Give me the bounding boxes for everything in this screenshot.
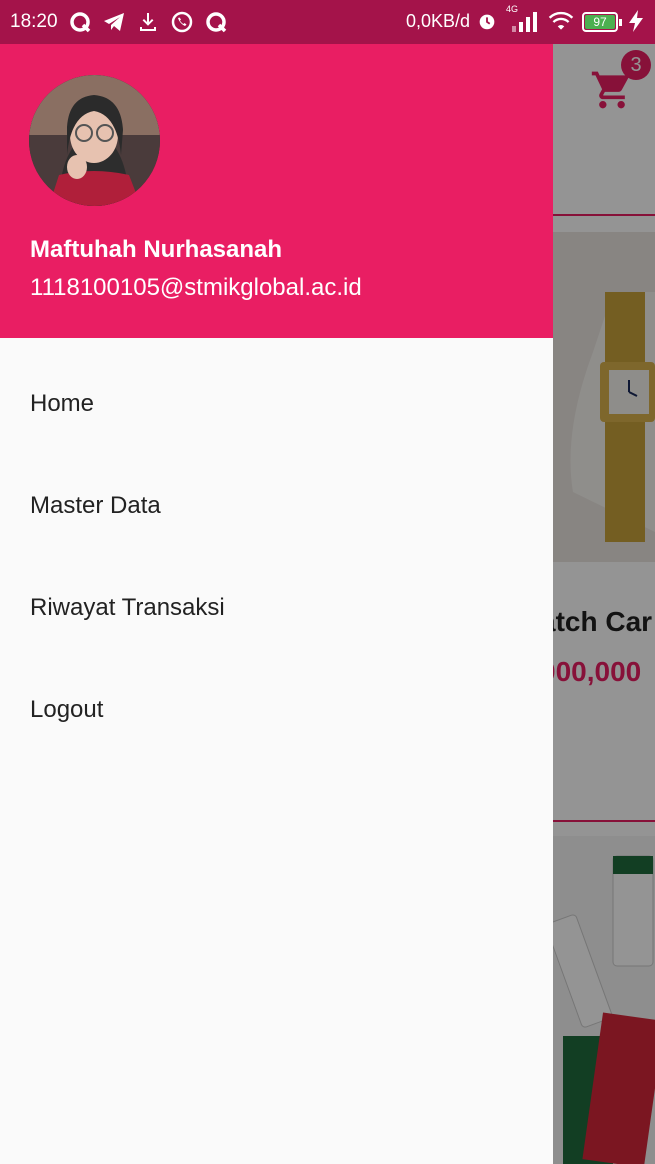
q-app-icon [70, 12, 91, 33]
whatsapp-icon [171, 11, 193, 33]
navigation-drawer: Maftuhah Nurhasanah 1118100105@stmikglob… [0, 44, 553, 1164]
alarm-icon [479, 14, 495, 30]
menu-item-riwayat-transaksi[interactable]: Riwayat Transaksi [0, 542, 553, 644]
wifi-icon [548, 11, 574, 30]
menu-item-label: Riwayat Transaksi [30, 594, 225, 621]
status-time: 18:20 [10, 11, 58, 32]
signal-icon: 4G [506, 4, 540, 34]
avatar[interactable] [29, 75, 160, 206]
status-bar: 18:20 0,0KB/d 4G 97 [0, 0, 655, 44]
menu-item-logout[interactable]: Logout [0, 644, 553, 746]
user-name: Maftuhah Nurhasanah [30, 236, 283, 263]
drawer-header: Maftuhah Nurhasanah 1118100105@stmikglob… [0, 44, 553, 338]
battery-icon: 97 [582, 12, 622, 32]
system-icons: 4G 97 [476, 4, 646, 34]
q-app-icon [206, 12, 227, 33]
notification-icons [68, 10, 228, 34]
telegram-icon [104, 13, 124, 31]
menu-item-label: Master Data [30, 492, 161, 519]
menu-item-label: Home [30, 390, 95, 417]
menu-item-home[interactable]: Home [0, 338, 553, 440]
drawer-menu: Home Master Data Riwayat Transaksi Logou… [0, 338, 553, 746]
charging-icon [629, 10, 643, 32]
user-email: 1118100105@stmikglobal.ac.id [30, 274, 362, 301]
drawer-scrim[interactable] [553, 44, 655, 1164]
network-speed: 0,0KB/d [406, 11, 471, 31]
menu-item-master-data[interactable]: Master Data [0, 440, 553, 542]
download-icon [140, 13, 156, 31]
menu-item-label: Logout [30, 696, 104, 723]
